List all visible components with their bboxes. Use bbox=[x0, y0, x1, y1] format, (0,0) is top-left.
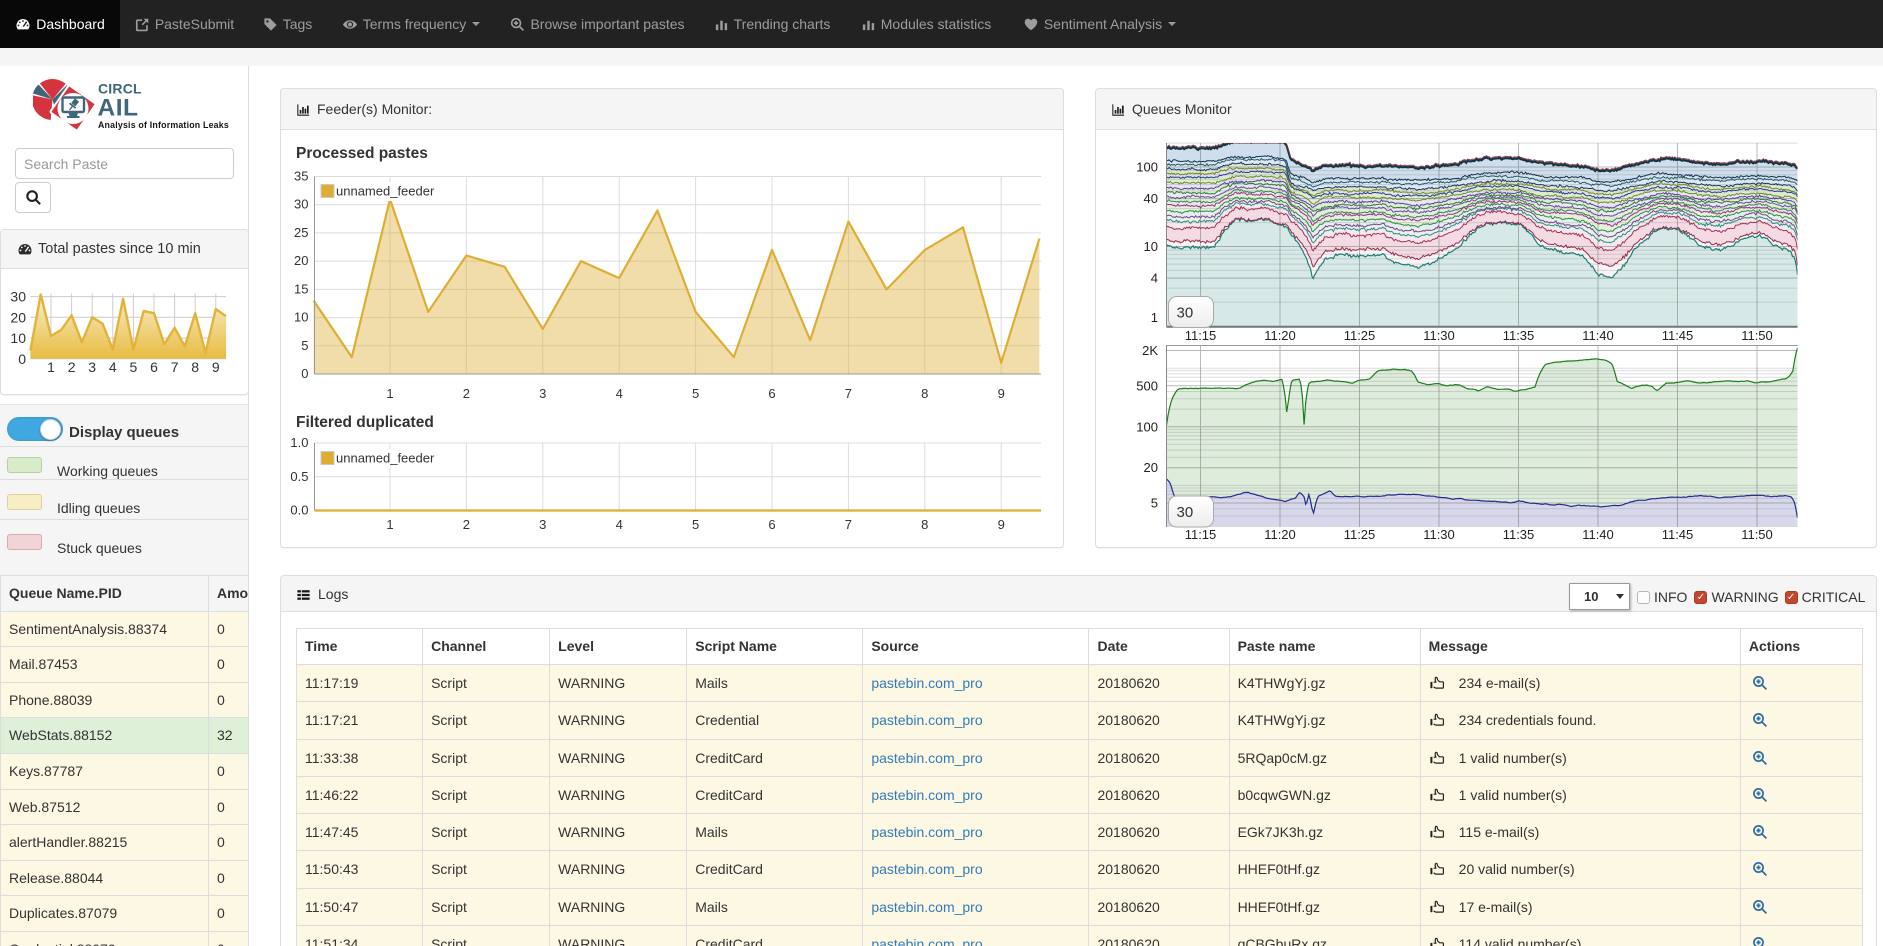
svg-text:3: 3 bbox=[88, 359, 96, 375]
svg-text:8: 8 bbox=[921, 517, 928, 532]
svg-text:11:35: 11:35 bbox=[1503, 328, 1535, 343]
svg-text:1.0: 1.0 bbox=[290, 435, 308, 450]
svg-text:20: 20 bbox=[294, 253, 308, 268]
svg-text:9: 9 bbox=[998, 517, 1005, 532]
svg-text:15: 15 bbox=[294, 281, 308, 296]
svg-text:9: 9 bbox=[212, 359, 220, 375]
svg-text:AIL: AIL bbox=[98, 95, 139, 122]
svg-text:4: 4 bbox=[109, 359, 117, 375]
svg-text:6: 6 bbox=[768, 386, 775, 401]
svg-text:3: 3 bbox=[539, 386, 546, 401]
svg-text:1: 1 bbox=[386, 517, 393, 532]
svg-text:40: 40 bbox=[1144, 191, 1158, 206]
svg-text:5: 5 bbox=[130, 359, 138, 375]
svg-text:11:50: 11:50 bbox=[1741, 328, 1773, 343]
svg-text:11:15: 11:15 bbox=[1185, 328, 1217, 343]
svg-text:4: 4 bbox=[616, 386, 623, 401]
svg-text:30: 30 bbox=[10, 289, 26, 305]
svg-text:11:20: 11:20 bbox=[1264, 527, 1296, 542]
svg-text:20: 20 bbox=[1144, 460, 1158, 475]
svg-text:11:45: 11:45 bbox=[1662, 527, 1694, 542]
svg-text:2: 2 bbox=[463, 517, 470, 532]
svg-text:20: 20 bbox=[10, 309, 26, 325]
svg-text:11:35: 11:35 bbox=[1503, 527, 1535, 542]
svg-text:30: 30 bbox=[1177, 305, 1194, 322]
svg-text:11:15: 11:15 bbox=[1185, 527, 1217, 542]
svg-text:5: 5 bbox=[692, 517, 699, 532]
svg-text:unnamed_feeder: unnamed_feeder bbox=[336, 184, 435, 199]
svg-text:25: 25 bbox=[294, 225, 308, 240]
svg-text:10: 10 bbox=[294, 310, 308, 325]
svg-text:7: 7 bbox=[845, 517, 852, 532]
svg-text:2: 2 bbox=[463, 386, 470, 401]
svg-text:6: 6 bbox=[768, 517, 775, 532]
svg-text:10: 10 bbox=[1144, 239, 1158, 254]
svg-text:11:30: 11:30 bbox=[1423, 328, 1455, 343]
svg-text:30: 30 bbox=[294, 197, 308, 212]
svg-text:9: 9 bbox=[998, 386, 1005, 401]
svg-text:0.5: 0.5 bbox=[290, 469, 308, 484]
svg-text:11:20: 11:20 bbox=[1264, 328, 1296, 343]
svg-text:Analysis of Information Leaks: Analysis of Information Leaks bbox=[98, 120, 229, 130]
svg-text:1: 1 bbox=[47, 359, 55, 375]
svg-text:5: 5 bbox=[1151, 496, 1158, 511]
svg-text:2: 2 bbox=[68, 359, 76, 375]
svg-text:10: 10 bbox=[10, 330, 26, 346]
svg-text:100: 100 bbox=[1136, 419, 1158, 434]
svg-text:11:50: 11:50 bbox=[1741, 527, 1773, 542]
svg-text:7: 7 bbox=[171, 359, 179, 375]
svg-text:1: 1 bbox=[1151, 310, 1158, 325]
svg-text:8: 8 bbox=[191, 359, 199, 375]
svg-text:7: 7 bbox=[845, 386, 852, 401]
svg-text:unnamed_feeder: unnamed_feeder bbox=[336, 451, 435, 466]
svg-text:5: 5 bbox=[301, 338, 308, 353]
svg-text:5: 5 bbox=[692, 386, 699, 401]
svg-text:4: 4 bbox=[616, 517, 623, 532]
svg-text:11:25: 11:25 bbox=[1344, 328, 1376, 343]
svg-text:11:40: 11:40 bbox=[1582, 328, 1614, 343]
svg-text:11:40: 11:40 bbox=[1582, 527, 1614, 542]
svg-text:11:25: 11:25 bbox=[1344, 527, 1376, 542]
svg-text:11:30: 11:30 bbox=[1423, 527, 1455, 542]
svg-text:1: 1 bbox=[386, 386, 393, 401]
svg-text:0: 0 bbox=[301, 366, 308, 381]
svg-text:30: 30 bbox=[1177, 504, 1194, 521]
svg-text:0: 0 bbox=[18, 351, 26, 367]
svg-text:6: 6 bbox=[150, 359, 158, 375]
svg-text:4: 4 bbox=[1151, 271, 1158, 286]
svg-text:2K: 2K bbox=[1142, 343, 1158, 358]
svg-text:0.0: 0.0 bbox=[290, 503, 308, 518]
svg-text:3: 3 bbox=[539, 517, 546, 532]
svg-text:100: 100 bbox=[1136, 160, 1158, 175]
svg-text:35: 35 bbox=[294, 169, 308, 184]
svg-text:8: 8 bbox=[921, 386, 928, 401]
svg-text:11:45: 11:45 bbox=[1662, 328, 1694, 343]
svg-text:500: 500 bbox=[1136, 378, 1158, 393]
